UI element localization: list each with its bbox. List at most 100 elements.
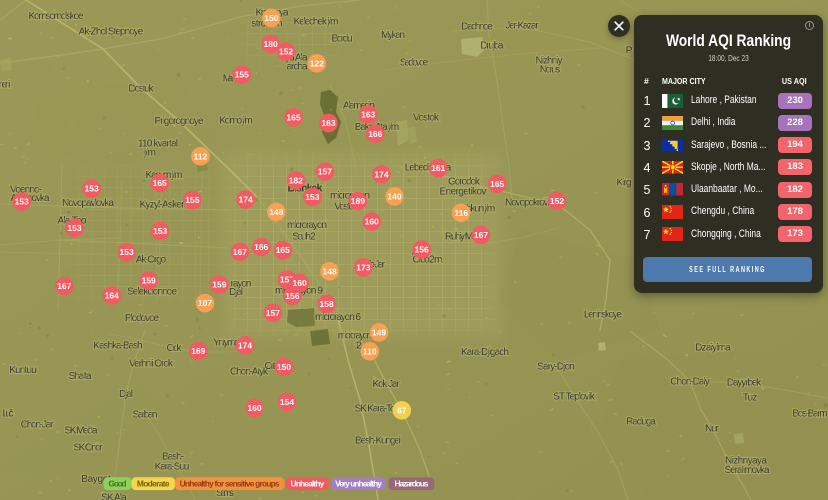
- svg-text:SK Kara-To: SK Kara-To: [355, 404, 396, 415]
- svg-text:Djal: Djal: [229, 287, 243, 298]
- svg-text:122: 122: [310, 58, 324, 68]
- svg-text:152: 152: [279, 47, 293, 57]
- svg-text:Energetikov: Energetikov: [440, 187, 488, 198]
- svg-text:167: 167: [57, 281, 71, 291]
- svg-text:Mykan: Mykan: [381, 30, 405, 41]
- svg-text:107: 107: [198, 298, 212, 308]
- svg-text:SK Ala: SK Ala: [101, 493, 127, 500]
- svg-text:110: 110: [363, 346, 377, 356]
- svg-text:140: 140: [387, 191, 401, 201]
- svg-text:Bos-Barm: Bos-Barm: [792, 409, 828, 420]
- svg-text:155: 155: [185, 195, 199, 205]
- svg-text:Chon-Jar: Chon-Jar: [21, 420, 54, 431]
- svg-text:Kirg: Kirg: [617, 178, 632, 189]
- svg-text:166: 166: [254, 242, 268, 252]
- svg-text:Hazardous: Hazardous: [395, 479, 429, 489]
- svg-text:173: 173: [356, 262, 370, 272]
- svg-text:159: 159: [142, 276, 156, 286]
- svg-text:Unhealthy: Unhealthy: [291, 479, 325, 489]
- svg-text:165: 165: [490, 179, 504, 189]
- svg-text:174: 174: [374, 169, 388, 179]
- svg-text:153: 153: [120, 247, 134, 257]
- svg-text:Kyzyl-Asker: Kyzyl-Asker: [140, 200, 186, 211]
- svg-text:164: 164: [105, 291, 119, 301]
- svg-text:Prigorognoye: Prigorognoye: [155, 116, 204, 127]
- svg-text:156: 156: [285, 291, 299, 301]
- svg-text:Good: Good: [109, 479, 127, 489]
- svg-text:160: 160: [247, 403, 261, 413]
- svg-text:Plodovoe: Plodovoe: [125, 313, 160, 324]
- svg-text:Dayyrbek: Dayyrbek: [727, 378, 762, 389]
- svg-text:Chon-Daly: Chon-Daly: [670, 377, 711, 388]
- svg-text:Unhealthy for sensitive groups: Unhealthy for sensitive groups: [180, 479, 280, 489]
- svg-text:Luč: Luč: [3, 409, 14, 420]
- svg-text:174: 174: [239, 195, 253, 205]
- svg-text:165: 165: [153, 178, 167, 188]
- svg-text:Besh-Kungei: Besh-Kungei: [355, 436, 401, 447]
- svg-text:Norus: Norus: [540, 65, 561, 76]
- svg-text:Sadovoe: Sadovoe: [400, 58, 429, 69]
- svg-text:116: 116: [454, 208, 468, 218]
- svg-text:Shalta: Shalta: [69, 371, 92, 382]
- svg-text:174: 174: [238, 340, 252, 350]
- svg-text:160: 160: [293, 278, 307, 288]
- svg-text:Raduga: Raduga: [626, 417, 656, 428]
- svg-text:SK Mečta: SK Mečta: [65, 426, 98, 437]
- svg-text:Ma: Ma: [223, 74, 234, 85]
- svg-text:Ort: Ort: [265, 361, 276, 372]
- svg-text:152: 152: [550, 196, 564, 206]
- svg-text:182: 182: [289, 175, 303, 185]
- svg-text:Verhnii Orok: Verhnii Orok: [129, 359, 174, 370]
- svg-text:Djal: Djal: [119, 389, 133, 400]
- svg-text:Kashka-Bash: Kashka-Bash: [93, 341, 142, 352]
- svg-text:Tuz: Tuz: [743, 393, 758, 404]
- svg-text:Dostuk: Dostuk: [128, 84, 154, 95]
- svg-text:Kara-Suu: Kara-Suu: [155, 462, 190, 473]
- svg-text:112: 112: [194, 151, 208, 161]
- svg-text:Dzaiylma: Dzaiylma: [695, 343, 731, 354]
- svg-text:Kelechek j/m: Kelechek j/m: [294, 17, 339, 28]
- svg-text:Kok-Jar: Kok-Jar: [373, 379, 401, 390]
- svg-text:Very unhealthy: Very unhealthy: [335, 479, 382, 489]
- svg-text:156: 156: [415, 245, 429, 255]
- svg-text:Kolmo j/m: Kolmo j/m: [219, 116, 253, 127]
- svg-text:Ak-Zhol Stepnoye: Ak-Zhol Stepnoye: [79, 27, 144, 38]
- svg-text:Kuntuu: Kuntuu: [9, 365, 37, 376]
- svg-text:166: 166: [368, 129, 382, 139]
- svg-text:microrayon 6: microrayon 6: [315, 312, 361, 323]
- svg-text:153: 153: [153, 226, 167, 236]
- svg-text:163: 163: [321, 118, 335, 128]
- svg-text:167: 167: [233, 247, 247, 257]
- svg-text:153: 153: [15, 197, 29, 207]
- svg-text:150: 150: [277, 362, 291, 372]
- svg-text:Nur: Nur: [705, 424, 719, 435]
- svg-text:Chon-Atyk: Chon-Atyk: [230, 367, 269, 378]
- svg-text:Moderate: Moderate: [137, 479, 170, 489]
- svg-text:169: 169: [191, 346, 205, 356]
- svg-text:microrayon: microrayon: [287, 220, 327, 231]
- svg-text:Ak-Orgo: Ak-Orgo: [136, 255, 167, 266]
- svg-text:archa: archa: [287, 62, 308, 73]
- svg-text:159: 159: [212, 280, 226, 290]
- svg-text:153: 153: [85, 184, 99, 194]
- svg-text:154: 154: [280, 397, 294, 407]
- svg-text:Sarban: Sarban: [133, 410, 158, 421]
- svg-text:153: 153: [67, 223, 81, 233]
- svg-text:Novopavlovka: Novopavlovka: [62, 198, 114, 209]
- svg-text:163: 163: [361, 110, 375, 120]
- svg-text:meni: meni: [0, 80, 11, 91]
- svg-text:Dachnoe: Dachnoe: [461, 22, 493, 33]
- svg-text:167: 167: [474, 230, 488, 240]
- svg-text:Vostok: Vostok: [413, 113, 440, 124]
- svg-text:148: 148: [323, 266, 337, 276]
- svg-text:Bordu: Bordu: [332, 34, 353, 45]
- svg-text:165: 165: [286, 112, 300, 122]
- svg-text:j/m: j/m: [143, 148, 156, 159]
- svg-text:157: 157: [266, 308, 280, 318]
- svg-text:South 2: South 2: [292, 232, 316, 243]
- svg-text:160: 160: [365, 217, 379, 227]
- svg-text:155: 155: [235, 70, 249, 80]
- svg-text:Orok: Orok: [167, 343, 183, 354]
- svg-text:SK Onor: SK Onor: [74, 443, 104, 454]
- svg-text:149: 149: [372, 327, 386, 337]
